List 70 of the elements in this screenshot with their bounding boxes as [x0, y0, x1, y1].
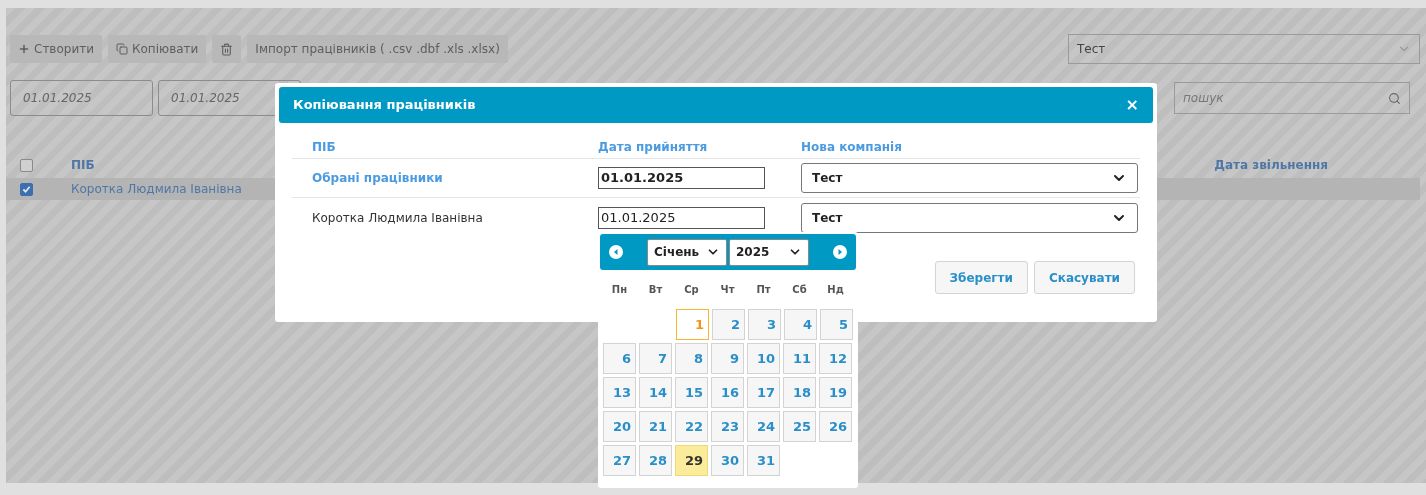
save-button[interactable]: Зберегти [934, 261, 1028, 294]
day-cell[interactable]: 31 [747, 445, 780, 476]
weekday-label: Пт [755, 283, 772, 297]
weekday-label: Вт [647, 283, 664, 297]
day-cell[interactable]: 18 [783, 377, 816, 408]
column-header: Нова компанія [801, 138, 902, 156]
day-cell[interactable]: 12 [819, 343, 852, 374]
column-header: Дата прийняття [598, 138, 709, 156]
search-field[interactable]: пошук [1174, 82, 1410, 114]
day-cell[interactable]: 27 [603, 445, 636, 476]
day-cell[interactable]: 6 [603, 343, 636, 374]
day-cell[interactable]: 16 [711, 377, 744, 408]
day-cell[interactable]: 30 [711, 445, 744, 476]
copy-icon [116, 43, 128, 55]
day-cell[interactable]: 21 [639, 411, 672, 442]
day-cell[interactable]: 15 [675, 377, 708, 408]
date-from-field[interactable]: 01.01.2025 [10, 80, 153, 116]
day-cell[interactable]: 23 [711, 411, 744, 442]
column-header: ПІБ [311, 138, 337, 156]
weekday-label: Пн [610, 283, 629, 297]
weekday-label: Сб [791, 283, 808, 297]
row-checkbox[interactable] [20, 182, 33, 196]
weekday-label: Чт [719, 283, 736, 297]
trash-icon [220, 42, 234, 56]
group-label: Обрані працівники [311, 170, 444, 187]
previous-month-icon[interactable] [609, 245, 623, 259]
day-cell[interactable]: 13 [603, 377, 636, 408]
weekday-label: Ср [683, 283, 700, 297]
day-cell[interactable]: 29 [675, 445, 708, 476]
column-header: Дата звільнення [1214, 157, 1328, 174]
company-select[interactable]: Тест [1068, 34, 1420, 64]
day-cell[interactable]: 25 [783, 411, 816, 442]
day-cell[interactable]: 14 [639, 377, 672, 408]
hire-date-field[interactable]: 01.01.2025 [598, 206, 765, 229]
weekday-label: Нд [826, 283, 845, 297]
employee-name: Коротка Людмила Іванівна [311, 209, 484, 227]
employee-name: Коротка Людмила Іванівна [71, 181, 242, 198]
day-cell[interactable]: 10 [747, 343, 780, 374]
day-cell[interactable]: 11 [783, 343, 816, 374]
day-cell[interactable]: 5 [820, 309, 853, 340]
day-cell[interactable]: 28 [639, 445, 672, 476]
close-button[interactable]: × [1125, 97, 1139, 113]
create-button[interactable]: Створити [10, 35, 102, 63]
plus-icon [18, 43, 30, 55]
day-cell[interactable]: 2 [712, 309, 745, 340]
day-cell[interactable]: 4 [784, 309, 817, 340]
select-all-checkbox[interactable] [20, 158, 33, 172]
day-cell[interactable]: 3 [748, 309, 781, 340]
company-select[interactable]: Тест [801, 163, 1138, 193]
day-cell[interactable]: 19 [819, 377, 852, 408]
day-cell[interactable]: 24 [747, 411, 780, 442]
year-select[interactable]: 2025 [729, 238, 809, 266]
day-cell[interactable]: 8 [675, 343, 708, 374]
next-month-icon[interactable] [833, 245, 847, 259]
month-select[interactable]: Січень [647, 238, 727, 266]
day-cell[interactable]: 7 [639, 343, 672, 374]
day-cell[interactable]: 9 [711, 343, 744, 374]
search-icon [1388, 91, 1401, 105]
delete-button[interactable] [212, 35, 242, 63]
day-cell[interactable]: 20 [603, 411, 636, 442]
day-cell[interactable]: 22 [675, 411, 708, 442]
hire-date-field[interactable]: 01.01.2025 [598, 167, 765, 189]
cancel-button[interactable]: Скасувати [1033, 261, 1135, 294]
day-cell[interactable]: 26 [819, 411, 852, 442]
column-header: ПІБ [71, 157, 95, 174]
day-cell[interactable]: 1 [676, 309, 709, 340]
copy-button[interactable]: Копіювати [108, 35, 207, 63]
import-button[interactable]: Імпорт працівників ( .csv .dbf .xls .xlsx) [247, 35, 508, 63]
day-cell[interactable]: 17 [747, 377, 780, 408]
company-select[interactable]: Тест [801, 202, 1138, 233]
